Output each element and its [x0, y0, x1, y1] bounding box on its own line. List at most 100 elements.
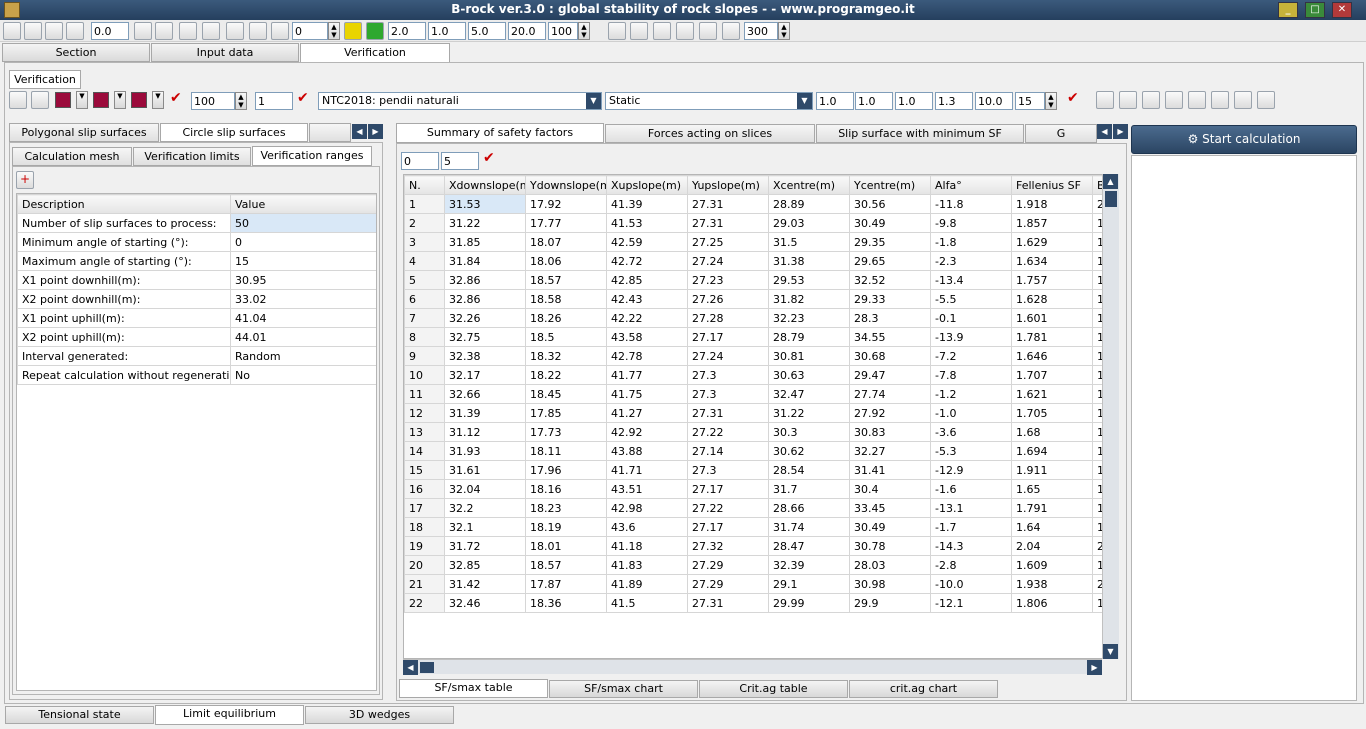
table-cell[interactable]: -2.3 — [930, 251, 1012, 271]
parameter-row[interactable]: Repeat calculation without regenerating … — [17, 365, 376, 385]
row-number[interactable]: 20 — [404, 555, 445, 575]
parameter-value[interactable]: 30.95 — [230, 270, 376, 290]
table-cell[interactable]: 1.938 — [1011, 574, 1093, 594]
coef-5[interactable] — [975, 92, 1013, 110]
table-row[interactable]: 8 32.75 18.5 43.58 27.17 28.79 34.55 -13.9 1.781… — [404, 327, 1102, 347]
toolbar-value-1[interactable] — [91, 22, 129, 40]
table-cell[interactable]: 18.06 — [525, 251, 607, 271]
table-cell[interactable]: 18.07 — [525, 232, 607, 252]
table-cell[interactable]: 1.857 — [1011, 213, 1093, 233]
table-cell[interactable]: 28.54 — [768, 460, 850, 480]
verification-value-2[interactable] — [255, 92, 293, 110]
table-cell[interactable]: -7.2 — [930, 346, 1012, 366]
table-cell[interactable]: 31.42 — [444, 574, 526, 594]
table-cell[interactable]: 1.65 — [1011, 479, 1093, 499]
add-point-icon[interactable] — [179, 22, 197, 40]
hscroll-thumb[interactable] — [420, 662, 434, 673]
table-cell[interactable]: 18.19 — [525, 517, 607, 537]
apply-check-icon-2[interactable]: ✔ — [297, 90, 309, 106]
table-cell[interactable]: 30.49 — [849, 213, 931, 233]
table-cell[interactable]: 1.781 — [1011, 327, 1093, 347]
table-row[interactable]: 10 32.17 18.22 41.77 27.3 30.63 29.47 -7.8 1.707… — [404, 365, 1102, 385]
move-left-icon[interactable] — [31, 91, 49, 109]
table-cell[interactable]: 17.87 — [525, 574, 607, 594]
table-cell[interactable]: 18.26 — [525, 308, 607, 328]
results-tab-scroll-right-icon[interactable]: ▶ — [1113, 124, 1128, 139]
table-row[interactable]: 2 31.22 17.77 41.53 27.31 29.03 30.49 -9.8 1.857… — [404, 213, 1102, 233]
row-number[interactable]: 14 — [404, 441, 445, 461]
scroll-down-icon[interactable]: ▼ — [1103, 644, 1118, 659]
results-column-header[interactable]: Xcentre(m) — [768, 175, 850, 195]
table-cell[interactable]: 32.66 — [444, 384, 526, 404]
row-number[interactable]: 11 — [404, 384, 445, 404]
table-cell[interactable]: -9.8 — [930, 213, 1012, 233]
table-cell[interactable]: 29.65 — [849, 251, 931, 271]
parameter-row[interactable]: Maximum angle of starting (°): 15 — [17, 251, 376, 271]
table-row[interactable]: 19 31.72 18.01 41.18 27.32 28.47 30.78 -14.3 2.0… — [404, 536, 1102, 556]
color-swatch-3[interactable] — [131, 92, 147, 108]
table-cell[interactable]: 27.17 — [687, 479, 769, 499]
table-cell[interactable]: 33.45 — [849, 498, 931, 518]
move-right-icon[interactable] — [9, 91, 27, 109]
table-cell[interactable]: 32.52 — [849, 270, 931, 290]
table-cell[interactable]: 1.629 — [1011, 232, 1093, 252]
table-row[interactable]: 21 31.42 17.87 41.89 27.29 29.1 30.98 -10.0 1.93… — [404, 574, 1102, 594]
table-cell[interactable]: -12.1 — [930, 593, 1012, 613]
table-cell[interactable]: 31.74 — [768, 517, 850, 537]
table-row[interactable]: 12 31.39 17.85 41.27 27.31 31.22 27.92 -1.0 1.70… — [404, 403, 1102, 423]
parameter-value[interactable]: 33.02 — [230, 289, 376, 309]
table-cell[interactable]: -10.0 — [930, 574, 1012, 594]
table-cell[interactable]: -1.8 — [930, 232, 1012, 252]
new-file-icon[interactable] — [3, 22, 21, 40]
table-cell[interactable]: 31.61 — [444, 460, 526, 480]
table-cell[interactable]: 30.81 — [768, 346, 850, 366]
table-cell[interactable]: 41.71 — [606, 460, 688, 480]
apply-check-icon-3[interactable]: ✔ — [1067, 90, 1079, 106]
color-swatch-2[interactable] — [93, 92, 109, 108]
toolbar-value-7[interactable] — [548, 22, 578, 40]
results-column-header[interactable]: Xdownslope(m) — [444, 175, 526, 195]
maximize-button[interactable]: □ — [1305, 2, 1325, 18]
toolbar-value-8[interactable] — [744, 22, 778, 40]
table-cell[interactable]: 31.38 — [768, 251, 850, 271]
table-cell[interactable]: 27.23 — [687, 270, 769, 290]
table-cell[interactable]: 1.707 — [1011, 365, 1093, 385]
method-icon-4[interactable] — [1165, 91, 1183, 109]
parameter-row[interactable]: Minimum angle of starting (°): 0 — [17, 232, 376, 252]
table-cell[interactable]: 18.22 — [525, 365, 607, 385]
table-cell[interactable]: 41.83 — [606, 555, 688, 575]
table-cell[interactable]: 17.77 — [525, 213, 607, 233]
table-cell[interactable]: 30.49 — [849, 517, 931, 537]
table-cell[interactable]: 1.806 — [1011, 593, 1093, 613]
table-cell[interactable]: 32.86 — [444, 289, 526, 309]
table-cell[interactable]: 42.59 — [606, 232, 688, 252]
table-cell[interactable]: 27.32 — [687, 536, 769, 556]
table-cell[interactable]: -14.3 — [930, 536, 1012, 556]
row-number[interactable]: 2 — [404, 213, 445, 233]
table-cell[interactable]: 41.18 — [606, 536, 688, 556]
table-row[interactable]: 17 32.2 18.23 42.98 27.22 28.66 33.45 -13.1 1.79… — [404, 498, 1102, 518]
dxf-icon[interactable] — [699, 22, 717, 40]
results-column-header[interactable]: Ydownslope(m) — [525, 175, 607, 195]
coef-1[interactable] — [816, 92, 854, 110]
tab-crit-ag-table[interactable]: Crit.ag table — [699, 680, 848, 698]
table-cell[interactable]: -5.3 — [930, 441, 1012, 461]
tab-3d-wedges[interactable]: 3D wedges — [305, 706, 454, 724]
table-cell[interactable]: 27.29 — [687, 574, 769, 594]
table-cell[interactable]: 32.75 — [444, 327, 526, 347]
parameter-value[interactable]: No — [230, 365, 376, 385]
table-cell[interactable]: 31.22 — [444, 213, 526, 233]
table-cell[interactable]: 32.39 — [768, 555, 850, 575]
table-cell[interactable]: 27.17 — [687, 517, 769, 537]
results-horizontal-scrollbar[interactable]: ◀ ▶ — [403, 659, 1102, 675]
table-cell[interactable]: 28.47 — [768, 536, 850, 556]
table-cell[interactable]: 1.646 — [1011, 346, 1093, 366]
table-cell[interactable]: 31.53 — [444, 194, 526, 214]
method-icon-2[interactable] — [1119, 91, 1137, 109]
table-cell[interactable]: 42.72 — [606, 251, 688, 271]
table-cell[interactable]: 31.7 — [768, 479, 850, 499]
table-cell[interactable]: 1.757 — [1011, 270, 1093, 290]
table-cell[interactable]: 27.92 — [849, 403, 931, 423]
table-row[interactable]: 732.2618.2642.2227.2832.2328.3-0.11.6011 — [404, 308, 1102, 328]
green-grid-icon[interactable] — [366, 22, 384, 40]
